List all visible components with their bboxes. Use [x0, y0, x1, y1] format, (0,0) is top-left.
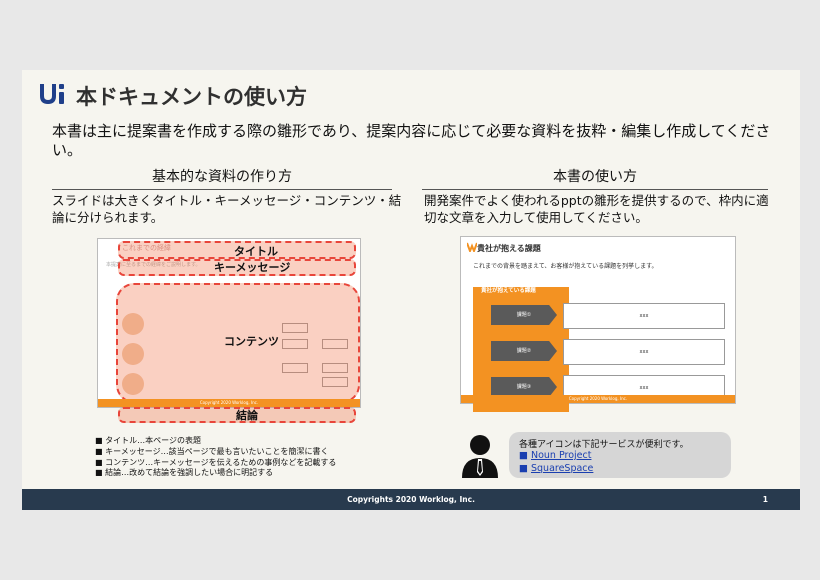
template-logo-icon — [467, 242, 477, 252]
bullet-item: タイトル…本ページの表題 — [95, 436, 336, 447]
overlay-label-title: タイトル — [234, 245, 278, 258]
issue-label-arrow: 課題② — [491, 341, 557, 361]
overlay-label-key-message: キーメッセージ — [214, 261, 291, 274]
slide-footer: Copyrights 2020 Worklog, Inc. 1 — [22, 489, 800, 510]
right-section-description: 開発案件でよく使われるpptの雛形を提供するので、枠内に適切な文章を入力して使用… — [424, 193, 769, 225]
tip-text: 各種アイコンは下記サービスが便利です。 — [519, 440, 689, 450]
person-icon — [462, 435, 498, 478]
right-section-heading: 本書の使い方 — [422, 166, 768, 190]
worklog-logo-icon — [40, 84, 64, 104]
left-section-description: スライドは大きくタイトル・キーメッセージ・コンテンツ・結論に分けられます。 — [52, 193, 402, 225]
page-title: 本ドキュメントの使い方 — [76, 85, 307, 109]
noun-project-link[interactable]: Noun Project — [519, 450, 591, 461]
thumb-footer-strip: Copyright 2020 Worklog, Inc. — [461, 395, 735, 403]
overlay-label-conclusion: 結論 — [236, 409, 258, 422]
template-example-thumbnail: 貴社が抱える課題 これまでの背景を踏まえて、お客様が抱えている課題を列挙します。… — [460, 236, 736, 412]
thumb-template-subtitle: これまでの背景を踏まえて、お客様が抱えている課題を列挙します。 — [473, 263, 658, 270]
structure-bullet-list: タイトル…本ページの表題 キーメッセージ…該当ページで最も言いたいことを簡潔に書… — [95, 436, 336, 479]
footer-copyright: Copyrights 2020 Worklog, Inc. — [347, 495, 475, 504]
intro-text: 本書は主に提案書を作成する際の雛形であり、提案内容に応じて必要な資料を抜粋・編集… — [52, 122, 771, 159]
issue-label-arrow: 課題③ — [491, 377, 557, 397]
squarespace-link[interactable]: SquareSpace — [519, 463, 593, 474]
thumb-template-title: 貴社が抱える課題 — [477, 244, 541, 253]
tip-speech-bubble: 各種アイコンは下記サービスが便利です。 Noun Project SquareS… — [509, 432, 731, 478]
bullet-item: コンテンツ…キーメッセージを伝えるための事例などを記載する — [95, 458, 336, 469]
issues-panel-label: 貴社が抱えている課題 — [481, 288, 536, 294]
issue-label-arrow: 課題① — [491, 305, 557, 325]
issue-value-box: xxx — [563, 339, 725, 365]
page-number: 1 — [762, 495, 768, 504]
slide-structure-thumbnail: これまでの経緯 本提案に至るまでの経緯をご説明します。 タイトル キーメッセージ… — [97, 238, 361, 423]
left-section-heading: 基本的な資料の作り方 — [52, 166, 392, 190]
thumb-footer-strip: Copyright 2020 Worklog, Inc. — [98, 399, 360, 407]
slide: 本ドキュメントの使い方 本書は主に提案書を作成する際の雛形であり、提案内容に応じ… — [22, 70, 800, 510]
bullet-item: 結論…改めて結論を強調したい場合に明記する — [95, 468, 336, 479]
bullet-item: キーメッセージ…該当ページで最も言いたいことを簡潔に書く — [95, 447, 336, 458]
issue-value-box: xxx — [563, 303, 725, 329]
overlay-label-contents: コンテンツ — [224, 335, 279, 348]
